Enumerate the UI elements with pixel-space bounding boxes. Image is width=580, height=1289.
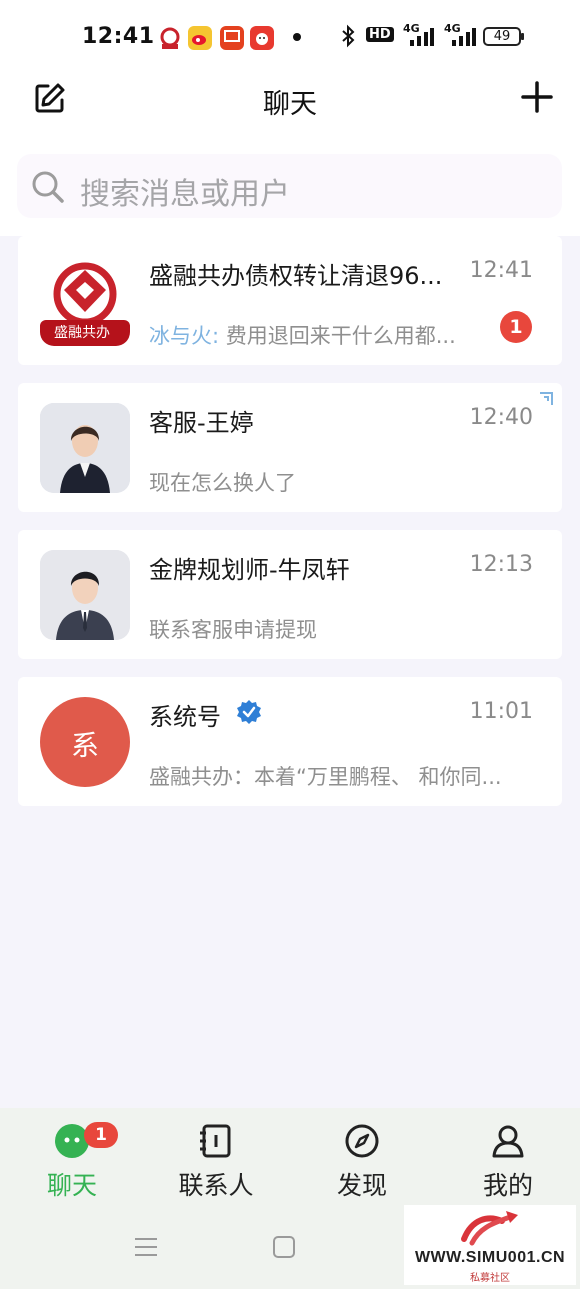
pin-corner-icon: [538, 391, 554, 407]
tab-label: 聊天: [46, 1171, 97, 1200]
chat-name: 盛融共办债权转让清退96...: [149, 262, 443, 290]
status-time: 12:41: [82, 24, 155, 49]
chat-preview: 冰与火: 费用退回来干什么用都...: [149, 320, 456, 350]
chat-preview: 联系客服申请提现: [149, 618, 317, 642]
avatar: 盛融共办: [40, 256, 130, 346]
watermark-logo-icon: [458, 1209, 522, 1253]
bluetooth-icon: [340, 24, 356, 52]
signal-1-icon: [404, 28, 434, 50]
app-notification-icon: [158, 26, 182, 50]
system-home-icon[interactable]: [273, 1236, 295, 1258]
chat-name: 系统号: [149, 703, 221, 731]
unread-badge: 1: [500, 311, 532, 343]
search-icon: [31, 170, 65, 204]
search-section: 搜索消息或用户: [0, 152, 580, 236]
tab-label: 发现: [336, 1171, 387, 1200]
search-input[interactable]: 搜索消息或用户: [17, 154, 562, 218]
chat-preview: 现在怎么换人了: [149, 471, 296, 495]
chat-item-customer-service[interactable]: 客服-王婷 12:40 现在怎么换人了: [18, 383, 562, 512]
plus-icon[interactable]: [520, 80, 554, 114]
chat-time: 12:13: [469, 552, 533, 577]
chat-time: 12:41: [469, 258, 533, 283]
chat-item-planner[interactable]: 金牌规划师-牛凤轩 12:13 联系客服申请提现: [18, 530, 562, 659]
watermark: WWW.SIMU001.CN 私募社区: [404, 1205, 576, 1285]
avatar-text: 系: [70, 729, 99, 762]
hd-icon: HD: [366, 27, 394, 42]
tab-chat[interactable]: 聊天 1: [12, 1122, 132, 1212]
chat-sender: 冰与火:: [149, 324, 220, 348]
battery-indicator: 49: [483, 27, 524, 46]
watermark-subtitle: 私募社区: [470, 1273, 510, 1284]
tab-me[interactable]: 我的: [448, 1122, 568, 1212]
signal-2-icon: [446, 28, 476, 50]
chat-preview: 盛融共办：本着“万里鹏程、 和你同...: [149, 765, 502, 789]
tab-label: 联系人: [178, 1171, 254, 1200]
chat-time: 12:40: [469, 405, 533, 430]
chat-name: 金牌规划师-牛凤轩: [149, 556, 350, 584]
avatar: [40, 550, 130, 640]
tab-discover[interactable]: 发现: [302, 1122, 422, 1212]
status-bar: 12:41 HD 4G 4G 49: [0, 0, 580, 72]
contacts-book-icon: [197, 1122, 235, 1160]
chat-item-group[interactable]: 盛融共办 盛融共办债权转让清退96... 12:41 冰与火: 费用退回来干什么…: [18, 236, 562, 365]
unread-badge: 1: [84, 1122, 118, 1148]
system-menu-icon[interactable]: [133, 1236, 159, 1258]
verified-icon: [236, 699, 262, 725]
tab-contacts[interactable]: 联系人: [156, 1122, 276, 1212]
more-notifications-dot: [293, 33, 301, 41]
avatar: [40, 403, 130, 493]
chat-item-system[interactable]: 系 系统号 11:01 盛融共办：本着“万里鹏程、 和你同...: [18, 677, 562, 806]
weibo-icon: [188, 26, 212, 50]
chat-preview-text: 费用退回来干什么用都...: [219, 324, 456, 348]
avatar: 系: [40, 697, 130, 787]
tab-label: 我的: [482, 1171, 533, 1200]
chat-time: 11:01: [469, 699, 533, 724]
page-title: 聊天: [263, 89, 317, 120]
compass-icon: [343, 1122, 381, 1160]
avatar-label: 盛融共办: [54, 325, 110, 341]
watermark-text: WWW.SIMU001.CN: [414, 1249, 566, 1266]
chat-name: 客服-王婷: [149, 409, 254, 437]
user-icon: [489, 1122, 527, 1160]
shopping-app-icon: [250, 26, 274, 50]
search-placeholder: 搜索消息或用户: [80, 177, 290, 212]
listen-app-icon: [220, 26, 244, 50]
app-header: 聊天: [0, 72, 580, 152]
